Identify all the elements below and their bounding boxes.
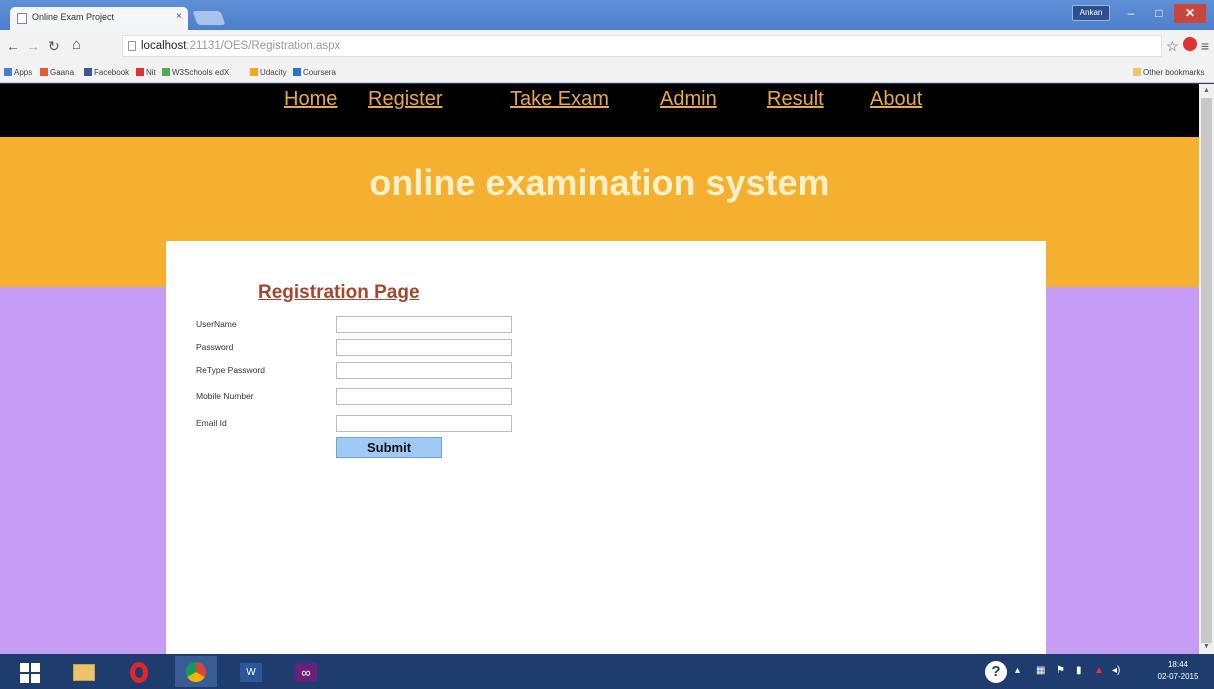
other-bookmarks[interactable]: Other bookmarks [1133,68,1204,77]
close-window-button[interactable]: ✕ [1174,4,1206,23]
word-button[interactable]: W [230,656,272,687]
tray-expand-icon[interactable]: ▴ [1015,665,1020,676]
email-id-label: Email Id [196,418,227,428]
home-icon[interactable]: ⌂ [72,36,81,53]
url-path: :21131/OES/Registration.aspx [186,40,341,52]
nit-icon [136,68,144,76]
facebook-icon [84,68,92,76]
volume-icon[interactable]: ◂) [1112,665,1120,676]
browser-titlebar: Online Exam Project × Ankan – □ ✕ [0,0,1214,30]
bookmark-facebook[interactable]: Facebook [84,68,129,77]
taskbar: W ∞ ? ▴ ▦ ⚑ ▮ ▲ ◂) 18:44 02-07-2015 [0,654,1214,689]
coursera-icon [293,68,301,76]
mobile-number-input[interactable] [336,388,512,405]
adblock-icon[interactable] [1183,37,1197,51]
page-scrollbar[interactable]: ▲ ▼ [1199,84,1214,654]
w3schools-icon [162,68,170,76]
word-icon: W [240,663,262,682]
new-tab-button[interactable] [192,11,226,25]
password-label: Password [196,342,234,352]
clock-time: 18:44 [1167,660,1189,669]
retype-password-input[interactable] [336,362,512,379]
menu-result-link[interactable]: Result [767,88,824,111]
retype-password-label: ReType Password [196,365,265,375]
username-input[interactable] [336,316,512,333]
forward-arrow-icon[interactable]: → [26,38,40,54]
chrome-menu-icon[interactable]: ≡ [1201,38,1209,54]
bookmark-coursera[interactable]: Coursera [293,68,336,77]
bookmark-star-icon[interactable]: ☆ [1166,38,1179,55]
gaana-icon [40,68,48,76]
url-host: localhost [141,40,187,52]
opera-icon [130,662,148,683]
browser-tab[interactable]: Online Exam Project × [10,7,188,30]
site-title: online examination system [369,162,830,203]
scroll-down-icon[interactable]: ▼ [1203,643,1210,650]
scroll-up-icon[interactable]: ▲ [1203,87,1210,94]
username-label: UserName [196,319,237,329]
mobile-number-label: Mobile Number [196,391,254,401]
visual-studio-icon: ∞ [295,663,317,682]
start-button[interactable] [8,656,50,687]
browser-toolbar: ← → ↻ ⌂ localhost:21131/OES/Registration… [0,30,1214,63]
file-explorer-button[interactable] [62,656,104,687]
page-favicon-icon [17,13,27,24]
bookmark-udacity[interactable]: Udacity [250,68,287,77]
bookmark-apps[interactable]: Apps [4,68,32,77]
chrome-icon [186,662,206,682]
bookmark-edx[interactable]: edX [215,68,229,77]
menu-register-link[interactable]: Register [368,88,442,111]
system-clock[interactable]: 18:44 02-07-2015 [1150,659,1206,683]
bookmark-gaana[interactable]: Gaana [40,68,74,77]
opera-button[interactable] [118,656,160,687]
maximize-button[interactable]: □ [1146,4,1172,23]
battery-icon[interactable]: ▮ [1076,665,1082,676]
site-menu: Home Register Take Exam Admin Result Abo… [0,84,1199,137]
email-id-input[interactable] [336,415,512,432]
page-icon [128,41,136,51]
folder-icon [73,664,95,681]
action-center-flag-icon[interactable]: ⚑ [1056,665,1065,676]
registration-panel: Registration Page UserName Password ReTy… [166,241,1046,654]
apps-grid-icon [4,68,12,76]
web-page: Home Register Take Exam Admin Result Abo… [0,84,1199,654]
menu-admin-link[interactable]: Admin [660,88,717,111]
reload-icon[interactable]: ↻ [48,38,60,55]
scroll-thumb[interactable] [1201,98,1212,643]
network-icon[interactable]: ▲ [1094,665,1104,676]
udacity-icon [250,68,258,76]
folder-icon [1133,68,1141,76]
tab-title: Online Exam Project [32,12,115,22]
clock-date: 02-07-2015 [1157,672,1199,681]
address-bar[interactable]: localhost:21131/OES/Registration.aspx [122,35,1162,57]
bookmark-w3schools[interactable]: W3Schools [162,68,212,77]
bookmarks-bar: Apps Gaana Facebook Nit W3Schools edX Ud… [0,63,1214,83]
profile-button[interactable]: Ankan [1072,5,1110,21]
menu-home-link[interactable]: Home [284,88,337,111]
tab-close-icon[interactable]: × [176,11,182,22]
submit-button[interactable]: Submit [336,437,442,458]
visual-studio-button[interactable]: ∞ [285,656,327,687]
keyboard-icon[interactable]: ▦ [1036,665,1045,676]
chrome-button[interactable] [175,656,217,687]
menu-about-link[interactable]: About [870,88,922,111]
help-icon[interactable]: ? [985,661,1007,683]
registration-heading: Registration Page [258,282,420,303]
back-arrow-icon[interactable]: ← [6,38,20,54]
password-input[interactable] [336,339,512,356]
bookmark-nit[interactable]: Nit [136,68,156,77]
menu-take-exam-link[interactable]: Take Exam [510,88,609,111]
minimize-button[interactable]: – [1118,4,1144,23]
